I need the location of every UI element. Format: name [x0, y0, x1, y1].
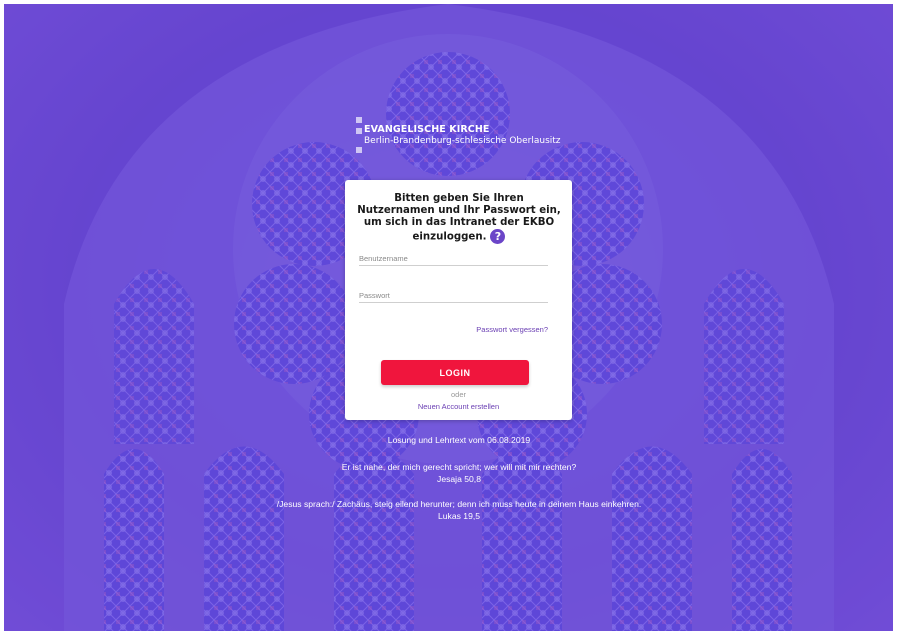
logo-square-icon	[356, 128, 362, 134]
password-input[interactable]	[359, 288, 548, 303]
forgot-password-link[interactable]: Passwort vergessen?	[476, 325, 548, 334]
logo-subtitle: Berlin-Brandenburg-schlesische Oberlausi…	[364, 136, 561, 146]
login-intro: Bitten geben Sie Ihren Nutzernamen und I…	[355, 193, 563, 244]
create-account-link[interactable]: Neuen Account erstellen	[345, 402, 572, 411]
login-intro-text: Bitten geben Sie Ihren Nutzernamen und I…	[357, 193, 561, 243]
help-icon[interactable]: ?	[490, 229, 506, 244]
losung-heading: Losung und Lehrtext vom 06.08.2019	[387, 435, 531, 445]
lehrtext-reference: Lukas 19,5	[437, 511, 481, 521]
losung-verse: Er ist nahe, der mich gerecht spricht; w…	[341, 462, 577, 472]
username-input[interactable]	[359, 251, 548, 266]
losung-reference: Jesaja 50,8	[437, 474, 481, 484]
logo-square-icon	[356, 147, 362, 153]
logo-title: EVANGELISCHE KIRCHE	[364, 124, 490, 135]
logo-square-icon	[356, 117, 362, 123]
or-separator-text: oder	[450, 390, 466, 399]
login-card: Bitten geben Sie Ihren Nutzernamen und I…	[345, 180, 572, 420]
login-button[interactable]: LOGIN	[381, 360, 529, 385]
lehrtext-verse: /Jesus sprach:/ Zachäus, steig eilend he…	[276, 499, 642, 509]
